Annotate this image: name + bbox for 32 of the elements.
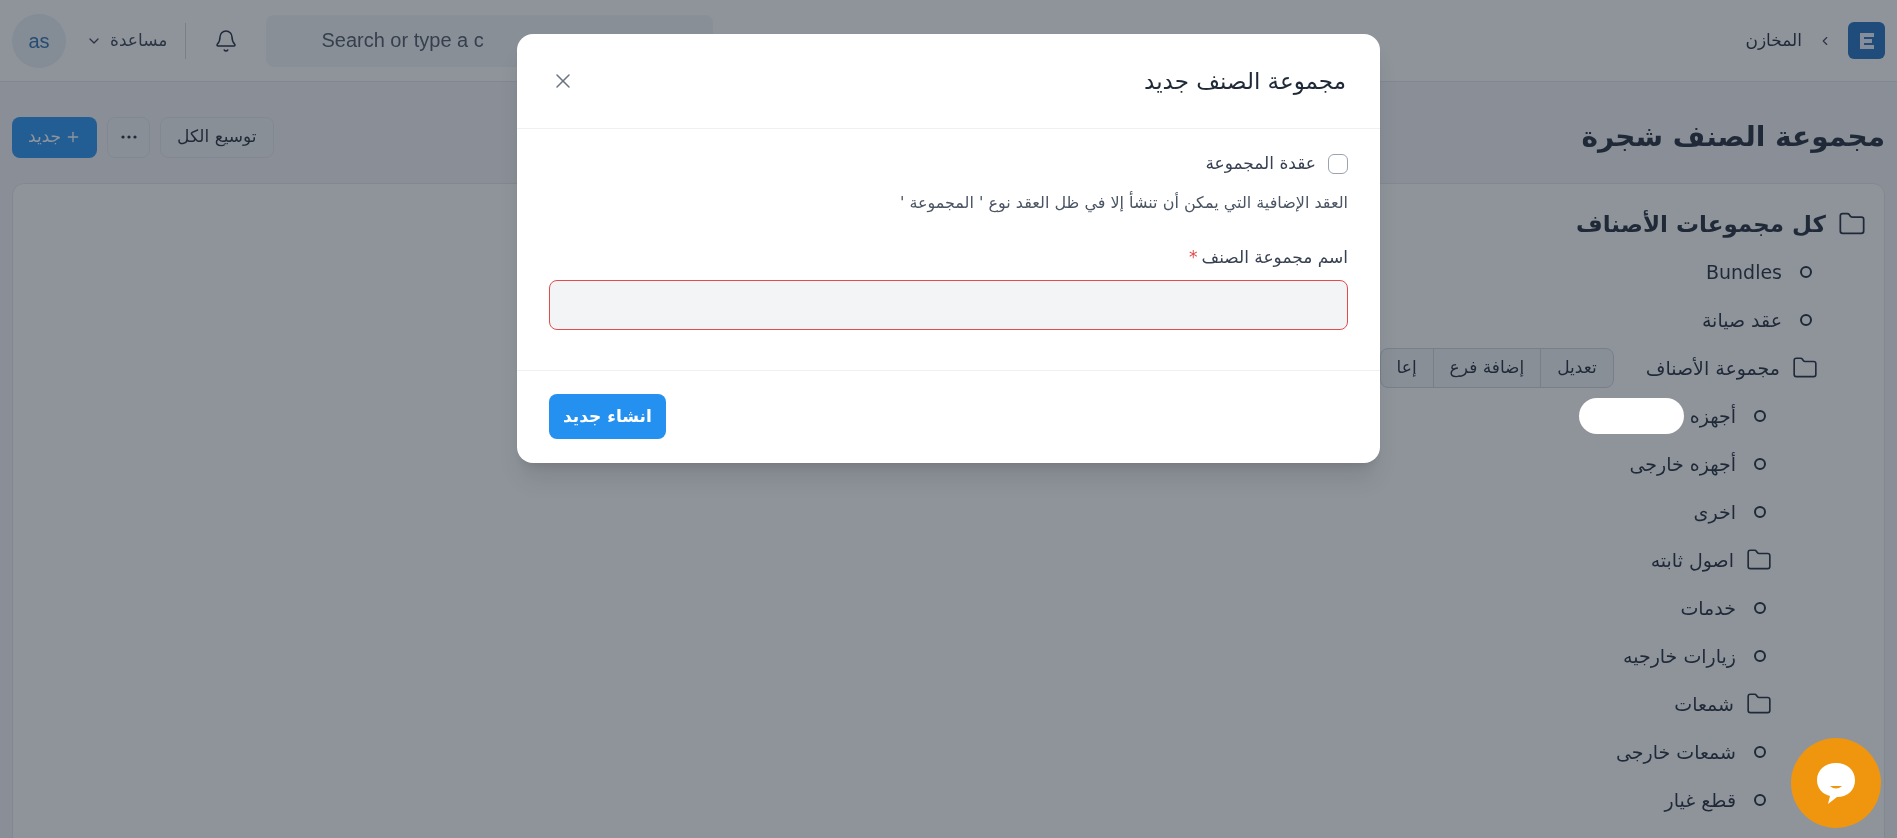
tree-node-label[interactable]: اصول ثابته [1650, 545, 1734, 575]
tree-node-label[interactable]: شمعات [1674, 689, 1734, 719]
tree-node-label[interactable]: زيارات خارجيه [1623, 641, 1736, 671]
expand-all-button[interactable]: توسيع الكل [160, 116, 274, 158]
tree-node-label[interactable]: خدمات [1680, 593, 1736, 623]
tree-node-label[interactable]: شمعات خارجى [1615, 737, 1736, 767]
page-title: مجموعة الصنف شجرة [1581, 119, 1885, 155]
tree-node-label[interactable]: كل مجموعات الأصناف [1576, 206, 1826, 242]
tree-node-label[interactable]: Bundles [1705, 257, 1782, 287]
create-button[interactable]: انشاء جديد [549, 394, 666, 439]
user-avatar[interactable]: as [12, 13, 66, 68]
help-text: العقد الإضافية التي يمكن أن تنشأ إلا في ظل العقد نوع ' المجموعة ' [898, 190, 1348, 215]
app-logo-icon[interactable] [1848, 22, 1885, 59]
tree-node-label[interactable]: أجهزه خارجى [1629, 449, 1736, 479]
tree-node-label[interactable]: قطع غيار [1664, 785, 1736, 815]
tree-node-label[interactable]: مجموعة الأصناف [1645, 353, 1780, 383]
checkbox-label: عقدة المجموعة [1205, 152, 1316, 175]
more-icon [120, 135, 137, 139]
chat-bubble-icon [1814, 761, 1858, 805]
item-group-name-input[interactable] [549, 280, 1348, 330]
breadcrumb-link[interactable]: المخازن [1745, 27, 1802, 54]
group-node-checkbox[interactable] [1328, 153, 1348, 174]
help-dropdown[interactable]: مساعدة [86, 27, 168, 54]
tree-node-label[interactable]: أجهزه [1689, 401, 1736, 431]
field-label: اسم مجموعة الصنف [1201, 245, 1348, 269]
tree-node-label[interactable]: اخرى [1693, 497, 1736, 527]
notification-bell-icon[interactable] [214, 28, 239, 53]
node-action-button[interactable]: تعديل [1541, 349, 1613, 387]
dialog-title: مجموعة الصنف جديد [1144, 66, 1346, 97]
node-action-button[interactable]: إضافة فرع [1433, 349, 1542, 387]
required-mark: * [1189, 245, 1198, 269]
tree-node-label[interactable]: عقد صيانة [1701, 305, 1782, 335]
